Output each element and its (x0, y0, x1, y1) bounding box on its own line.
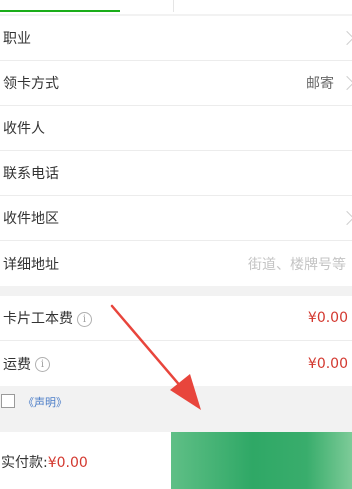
tab-divider (173, 0, 174, 12)
recipient-label: 收件人 (3, 121, 45, 137)
delivery-method-row[interactable]: 领卡方式 邮寄 (0, 61, 352, 106)
agreement-checkbox[interactable] (1, 394, 15, 408)
occupation-label: 职业 (3, 31, 31, 47)
info-icon[interactable]: i (77, 311, 92, 327)
card-fee-label-text: 卡片工本费 (3, 311, 73, 327)
pay-button[interactable] (171, 432, 352, 489)
chevron-right-icon (339, 30, 352, 46)
shipping-label-text: 运费 (3, 356, 31, 373)
address-row[interactable]: 详细地址 街道、楼牌号等 (0, 241, 352, 286)
checkout-bar: 实付款:¥0.00 (0, 432, 352, 489)
delivery-method-label: 领卡方式 (3, 76, 59, 92)
chevron-right-icon (339, 75, 352, 91)
chevron-right-icon (339, 210, 352, 226)
total-payment: 实付款:¥0.00 (1, 452, 88, 472)
statement-link[interactable]: 《声明》 (23, 394, 67, 410)
shipping-row: 运费 i ¥0.00 (0, 341, 352, 386)
total-amount: ¥0.00 (47, 455, 88, 471)
recipient-row[interactable]: 收件人 (0, 106, 352, 151)
tab-strip (0, 0, 352, 14)
agreement-row: 《声明》 (0, 386, 352, 416)
region-row[interactable]: 收件地区 (0, 196, 352, 241)
card-fee-value: ¥0.00 (307, 310, 348, 326)
address-input[interactable]: 街道、楼牌号等 (248, 254, 346, 274)
application-form: 职业 领卡方式 邮寄 收件人 联系电话 收件地区 详细地址 街道、楼牌号等 (0, 16, 352, 286)
total-label: 实付款: (1, 455, 48, 471)
card-fee-label: 卡片工本费 i (3, 308, 92, 328)
info-icon[interactable]: i (35, 357, 50, 372)
occupation-row[interactable]: 职业 (0, 16, 352, 61)
fee-group: 卡片工本费 i ¥0.00 运费 i ¥0.00 (0, 296, 352, 386)
shipping-value: ¥0.00 (307, 355, 348, 372)
phone-label: 联系电话 (3, 166, 59, 182)
active-tab-indicator (0, 10, 120, 12)
region-label: 收件地区 (3, 211, 59, 227)
phone-row[interactable]: 联系电话 (0, 151, 352, 196)
delivery-method-value: 邮寄 (306, 76, 334, 92)
address-label: 详细地址 (3, 256, 59, 273)
shipping-label: 运费 i (3, 354, 50, 374)
card-fee-row: 卡片工本费 i ¥0.00 (0, 296, 352, 341)
